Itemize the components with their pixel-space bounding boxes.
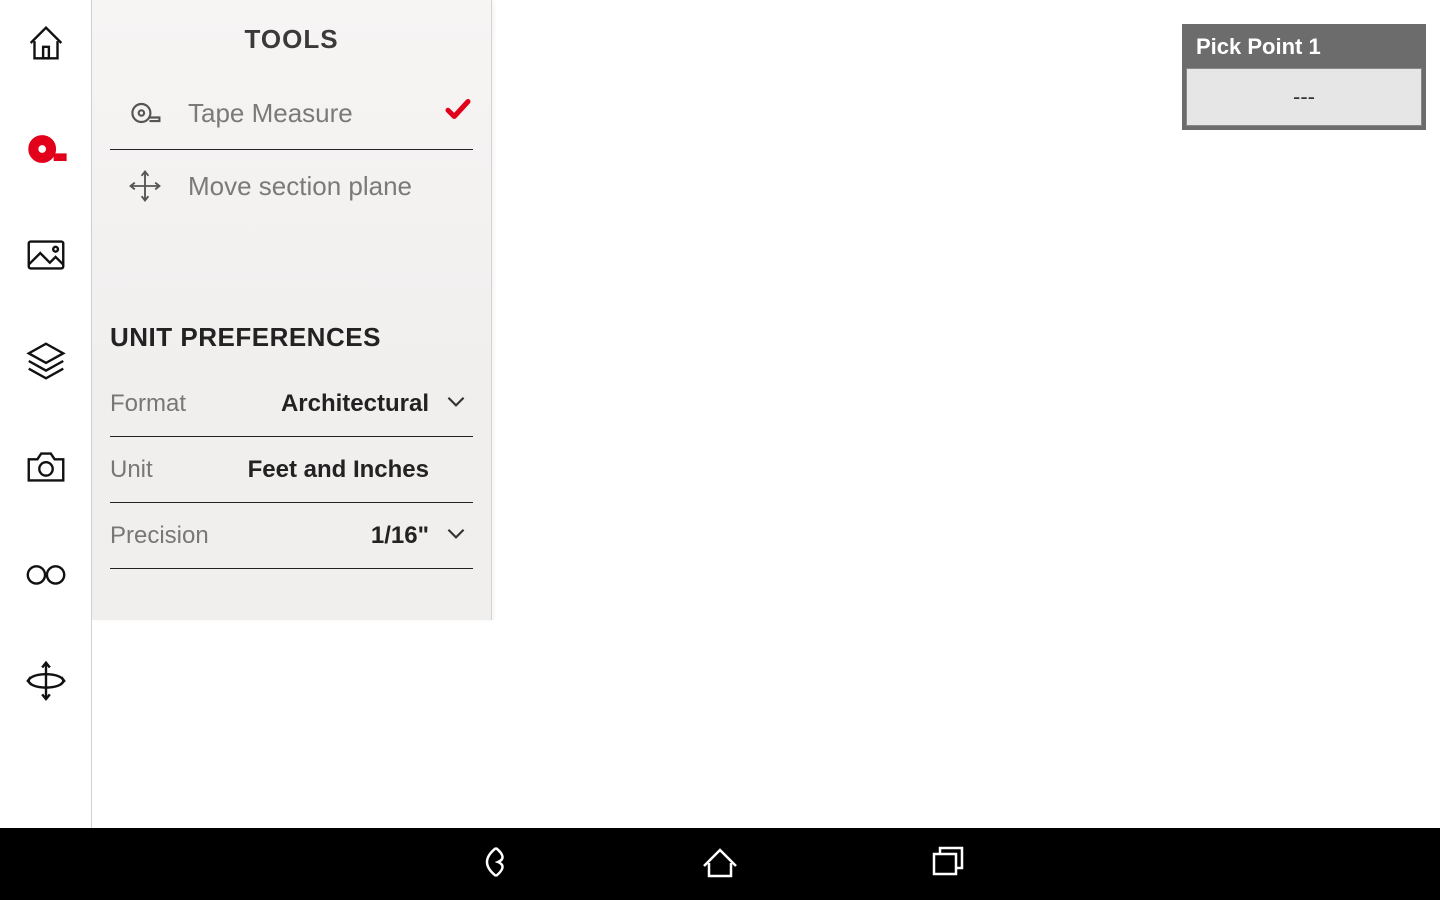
pref-precision[interactable]: Precision 1/16" (110, 503, 473, 569)
tools-panel: TOOLS Tape Measure Move section plan (92, 0, 492, 620)
home-button[interactable] (696, 838, 744, 891)
pref-precision-value: 1/16" (240, 522, 443, 550)
pref-format-value: Architectural (240, 390, 443, 418)
pref-unit[interactable]: Unit Feet and Inches (110, 437, 473, 503)
tape-measure-icon[interactable] (21, 124, 71, 174)
pref-precision-label: Precision (110, 522, 240, 550)
android-navbar (0, 828, 1440, 900)
dim-right-bot: 6' (1340, 583, 1352, 600)
pref-unit-label: Unit (110, 456, 240, 484)
recent-apps-button[interactable] (924, 838, 972, 891)
tool-tape-measure-label: Tape Measure (166, 98, 443, 129)
move-icon (124, 169, 166, 203)
layers-icon[interactable] (21, 336, 71, 386)
pick-point-box: Pick Point 1 --- (1182, 24, 1426, 130)
tape-measure-small-icon (124, 95, 166, 131)
chevron-down-icon (443, 388, 473, 419)
pref-format-label: Format (110, 390, 240, 418)
tool-move-section-label: Move section plane (166, 171, 473, 202)
left-toolbar (0, 0, 92, 828)
check-icon (443, 94, 473, 132)
dim-right-top: 6' (1340, 337, 1352, 354)
glasses-icon[interactable] (21, 548, 71, 598)
pick-point-field[interactable]: --- (1186, 68, 1422, 126)
chevron-down-icon (443, 520, 473, 551)
tool-tape-measure[interactable]: Tape Measure (92, 77, 491, 149)
dim-top-total: 159' (677, 93, 707, 110)
dim-right-mid: 27' 8" (1314, 459, 1359, 479)
pick-point-title: Pick Point 1 (1186, 28, 1422, 68)
dim-seg-4: 26' 10 1/2" (1145, 217, 1220, 234)
dim-mid-total: 109' 6" (863, 153, 912, 170)
dim-seg-1: 26' 10 1/2" (552, 217, 627, 234)
dim-seg-3: 27' (975, 217, 996, 234)
dim-seg-2: 26' 9" (767, 217, 807, 234)
tools-panel-title: TOOLS (92, 14, 491, 77)
camera-icon[interactable] (21, 442, 71, 492)
orbit-icon[interactable] (21, 654, 71, 704)
image-icon[interactable] (21, 230, 71, 280)
pref-format[interactable]: Format Architectural (110, 371, 473, 437)
pref-unit-value: Feet and Inches (240, 456, 443, 484)
tool-move-section-plane[interactable]: Move section plane (92, 150, 491, 222)
home-icon[interactable] (21, 18, 71, 68)
unit-preferences-title: UNIT PREFERENCES (110, 314, 473, 371)
back-button[interactable] (468, 838, 516, 891)
